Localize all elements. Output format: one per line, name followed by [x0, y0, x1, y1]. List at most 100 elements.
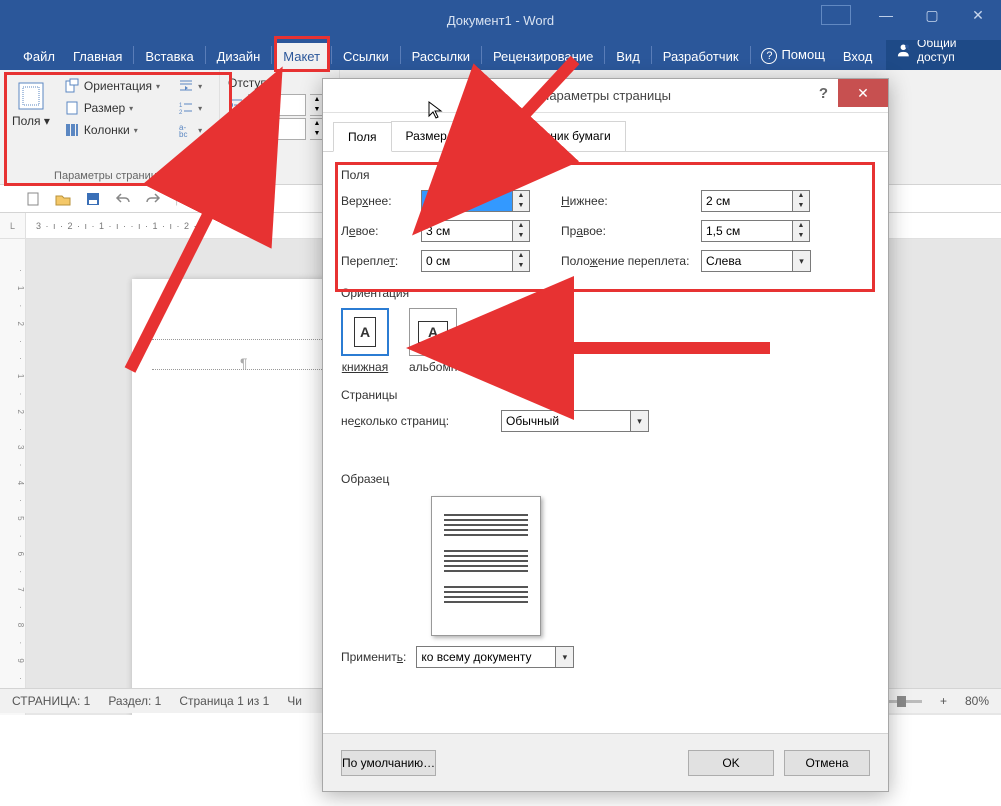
top-label: Верхнее: — [341, 194, 421, 208]
left-input[interactable] — [421, 220, 513, 242]
minimize-button[interactable]: — — [863, 0, 909, 30]
breaks-button[interactable]: ▾ — [174, 76, 206, 96]
tab-references[interactable]: Ссылки — [335, 43, 397, 70]
tab-file[interactable]: Файл — [15, 43, 63, 70]
tab-home[interactable]: Главная — [65, 43, 130, 70]
svg-text:bc: bc — [179, 130, 187, 138]
redo-icon[interactable] — [145, 191, 161, 207]
titlebar: Документ1 - Word — ▢ ✕ — [0, 0, 1001, 40]
table-icon[interactable] — [222, 191, 238, 207]
dialog-close-button[interactable]: ✕ — [838, 79, 888, 107]
line-numbers-button[interactable]: 12▾ — [174, 98, 206, 118]
section-fields-label: Поля — [341, 168, 870, 182]
page-setup-launcher[interactable]: ◢ — [203, 168, 215, 180]
top-field[interactable]: ▲▼ — [421, 190, 561, 212]
chevron-down-icon[interactable]: ▾ — [631, 410, 649, 432]
close-window-button[interactable]: ✕ — [955, 0, 1001, 30]
zoom-plus[interactable]: + — [940, 694, 947, 708]
multi-input[interactable] — [501, 410, 631, 432]
section-orient-label: Ориентация — [341, 286, 870, 300]
help-icon: ? — [761, 48, 777, 64]
columns-button[interactable]: Колонки▾ — [60, 120, 164, 140]
open-icon[interactable] — [55, 191, 71, 207]
status-section[interactable]: Раздел: 1 — [108, 694, 161, 708]
apply-field[interactable]: ▾ — [416, 646, 574, 668]
svg-text:2: 2 — [179, 110, 183, 116]
page-setup-dialog: Параметры страницы ? ✕ Поля Размер бумаг… — [322, 78, 889, 792]
hyphenation-button[interactable]: a-bc▾ — [174, 120, 206, 140]
preview-icon[interactable] — [192, 191, 208, 207]
tab-help[interactable]: ?Помощ — [753, 41, 832, 70]
tab-layout[interactable]: Макет — [275, 43, 328, 70]
indent-label: Отступ — [228, 76, 331, 90]
indent-left-icon — [228, 97, 244, 113]
orientation-landscape[interactable]: A альбомная — [409, 308, 471, 374]
zoom-value[interactable]: 80% — [965, 694, 989, 708]
dialog-tab-size[interactable]: Размер бумаги — [391, 121, 504, 151]
chevron-down-icon[interactable]: ▾ — [556, 646, 574, 668]
status-words[interactable]: Чи — [287, 694, 302, 708]
section-preview-label: Образец — [341, 472, 870, 486]
tab-review[interactable]: Рецензирование — [485, 43, 601, 70]
maximize-button[interactable]: ▢ — [909, 0, 955, 30]
defaults-button[interactable]: По умолчанию… — [341, 750, 436, 776]
chevron-down-icon[interactable]: ▾ — [793, 250, 811, 272]
gutter-input[interactable] — [421, 250, 513, 272]
orientation-button[interactable]: Ориентация▾ — [60, 76, 164, 96]
ribbon-tabs: Файл Главная Вставка Дизайн Макет Ссылки… — [0, 40, 1001, 70]
margins-grid: Верхнее: ▲▼ Нижнее: ▲▼ Левое: ▲▼ Правое:… — [341, 190, 870, 272]
margins-icon — [15, 80, 47, 112]
gutterpos-input[interactable] — [701, 250, 793, 272]
gutter-label: Переплет: — [341, 254, 421, 268]
dialog-title: Параметры страницы — [540, 88, 671, 103]
group-label-page-setup: Параметры страницы — [0, 170, 219, 182]
top-input[interactable] — [421, 190, 513, 212]
multi-field[interactable]: ▾ — [501, 410, 649, 432]
bottom-input[interactable] — [701, 190, 793, 212]
dialog-footer: По умолчанию… OK Отмена — [323, 733, 888, 791]
right-field[interactable]: ▲▼ — [701, 220, 821, 242]
apply-input[interactable] — [416, 646, 556, 668]
indent-right-field[interactable]: ▲▼ — [228, 118, 331, 140]
apply-label: Применить: — [341, 650, 406, 664]
status-page[interactable]: СТРАНИЦА: 1 — [12, 694, 90, 708]
status-pageof[interactable]: Страница 1 из 1 — [179, 694, 269, 708]
size-button[interactable]: Размер▾ — [60, 98, 164, 118]
tab-design[interactable]: Дизайн — [209, 43, 269, 70]
orientation-portrait[interactable]: A книжная — [341, 308, 389, 374]
tab-view[interactable]: Вид — [608, 43, 648, 70]
save-icon[interactable] — [85, 191, 101, 207]
hyphenation-icon: a-bc — [178, 122, 194, 138]
dialog-help-button[interactable]: ? — [819, 85, 828, 102]
indent-left-input[interactable] — [248, 94, 306, 116]
section-pages-label: Страницы — [341, 388, 870, 402]
left-field[interactable]: ▲▼ — [421, 220, 561, 242]
indent-left-field[interactable]: ▲▼ — [228, 94, 331, 116]
vertical-ruler[interactable]: · 1 · 2 · · 1 · 2 · 3 · 4 · 5 · 6 · 7 · … — [0, 239, 26, 715]
ok-button[interactable]: OK — [688, 750, 774, 776]
gutterpos-label: Положение переплета: — [561, 254, 701, 268]
new-doc-icon[interactable] — [25, 191, 41, 207]
dialog-tab-source[interactable]: Источник бумаги — [503, 121, 626, 151]
tab-developer[interactable]: Разработчик — [655, 43, 747, 70]
tab-mailings[interactable]: Рассылки — [404, 43, 478, 70]
tab-signin[interactable]: Вход — [835, 43, 880, 70]
svg-text:1: 1 — [179, 103, 183, 109]
indent-right-input[interactable] — [248, 118, 306, 140]
tab-insert[interactable]: Вставка — [137, 43, 201, 70]
cancel-button[interactable]: Отмена — [784, 750, 870, 776]
dialog-titlebar[interactable]: Параметры страницы ? ✕ — [323, 79, 888, 113]
margins-button[interactable]: Поля ▾ — [8, 76, 54, 140]
multi-label: несколько страниц: — [341, 414, 481, 428]
ribbon-display-icon[interactable] — [821, 5, 851, 25]
dialog-tab-fields[interactable]: Поля — [333, 122, 392, 152]
gutterpos-field[interactable]: ▾ — [701, 250, 821, 272]
undo-icon[interactable] — [115, 191, 131, 207]
bottom-field[interactable]: ▲▼ — [701, 190, 821, 212]
link-icon[interactable] — [252, 191, 268, 207]
share-icon — [896, 42, 911, 58]
indent-right-icon — [228, 121, 244, 137]
gutter-field[interactable]: ▲▼ — [421, 250, 561, 272]
right-input[interactable] — [701, 220, 793, 242]
size-icon — [64, 100, 80, 116]
